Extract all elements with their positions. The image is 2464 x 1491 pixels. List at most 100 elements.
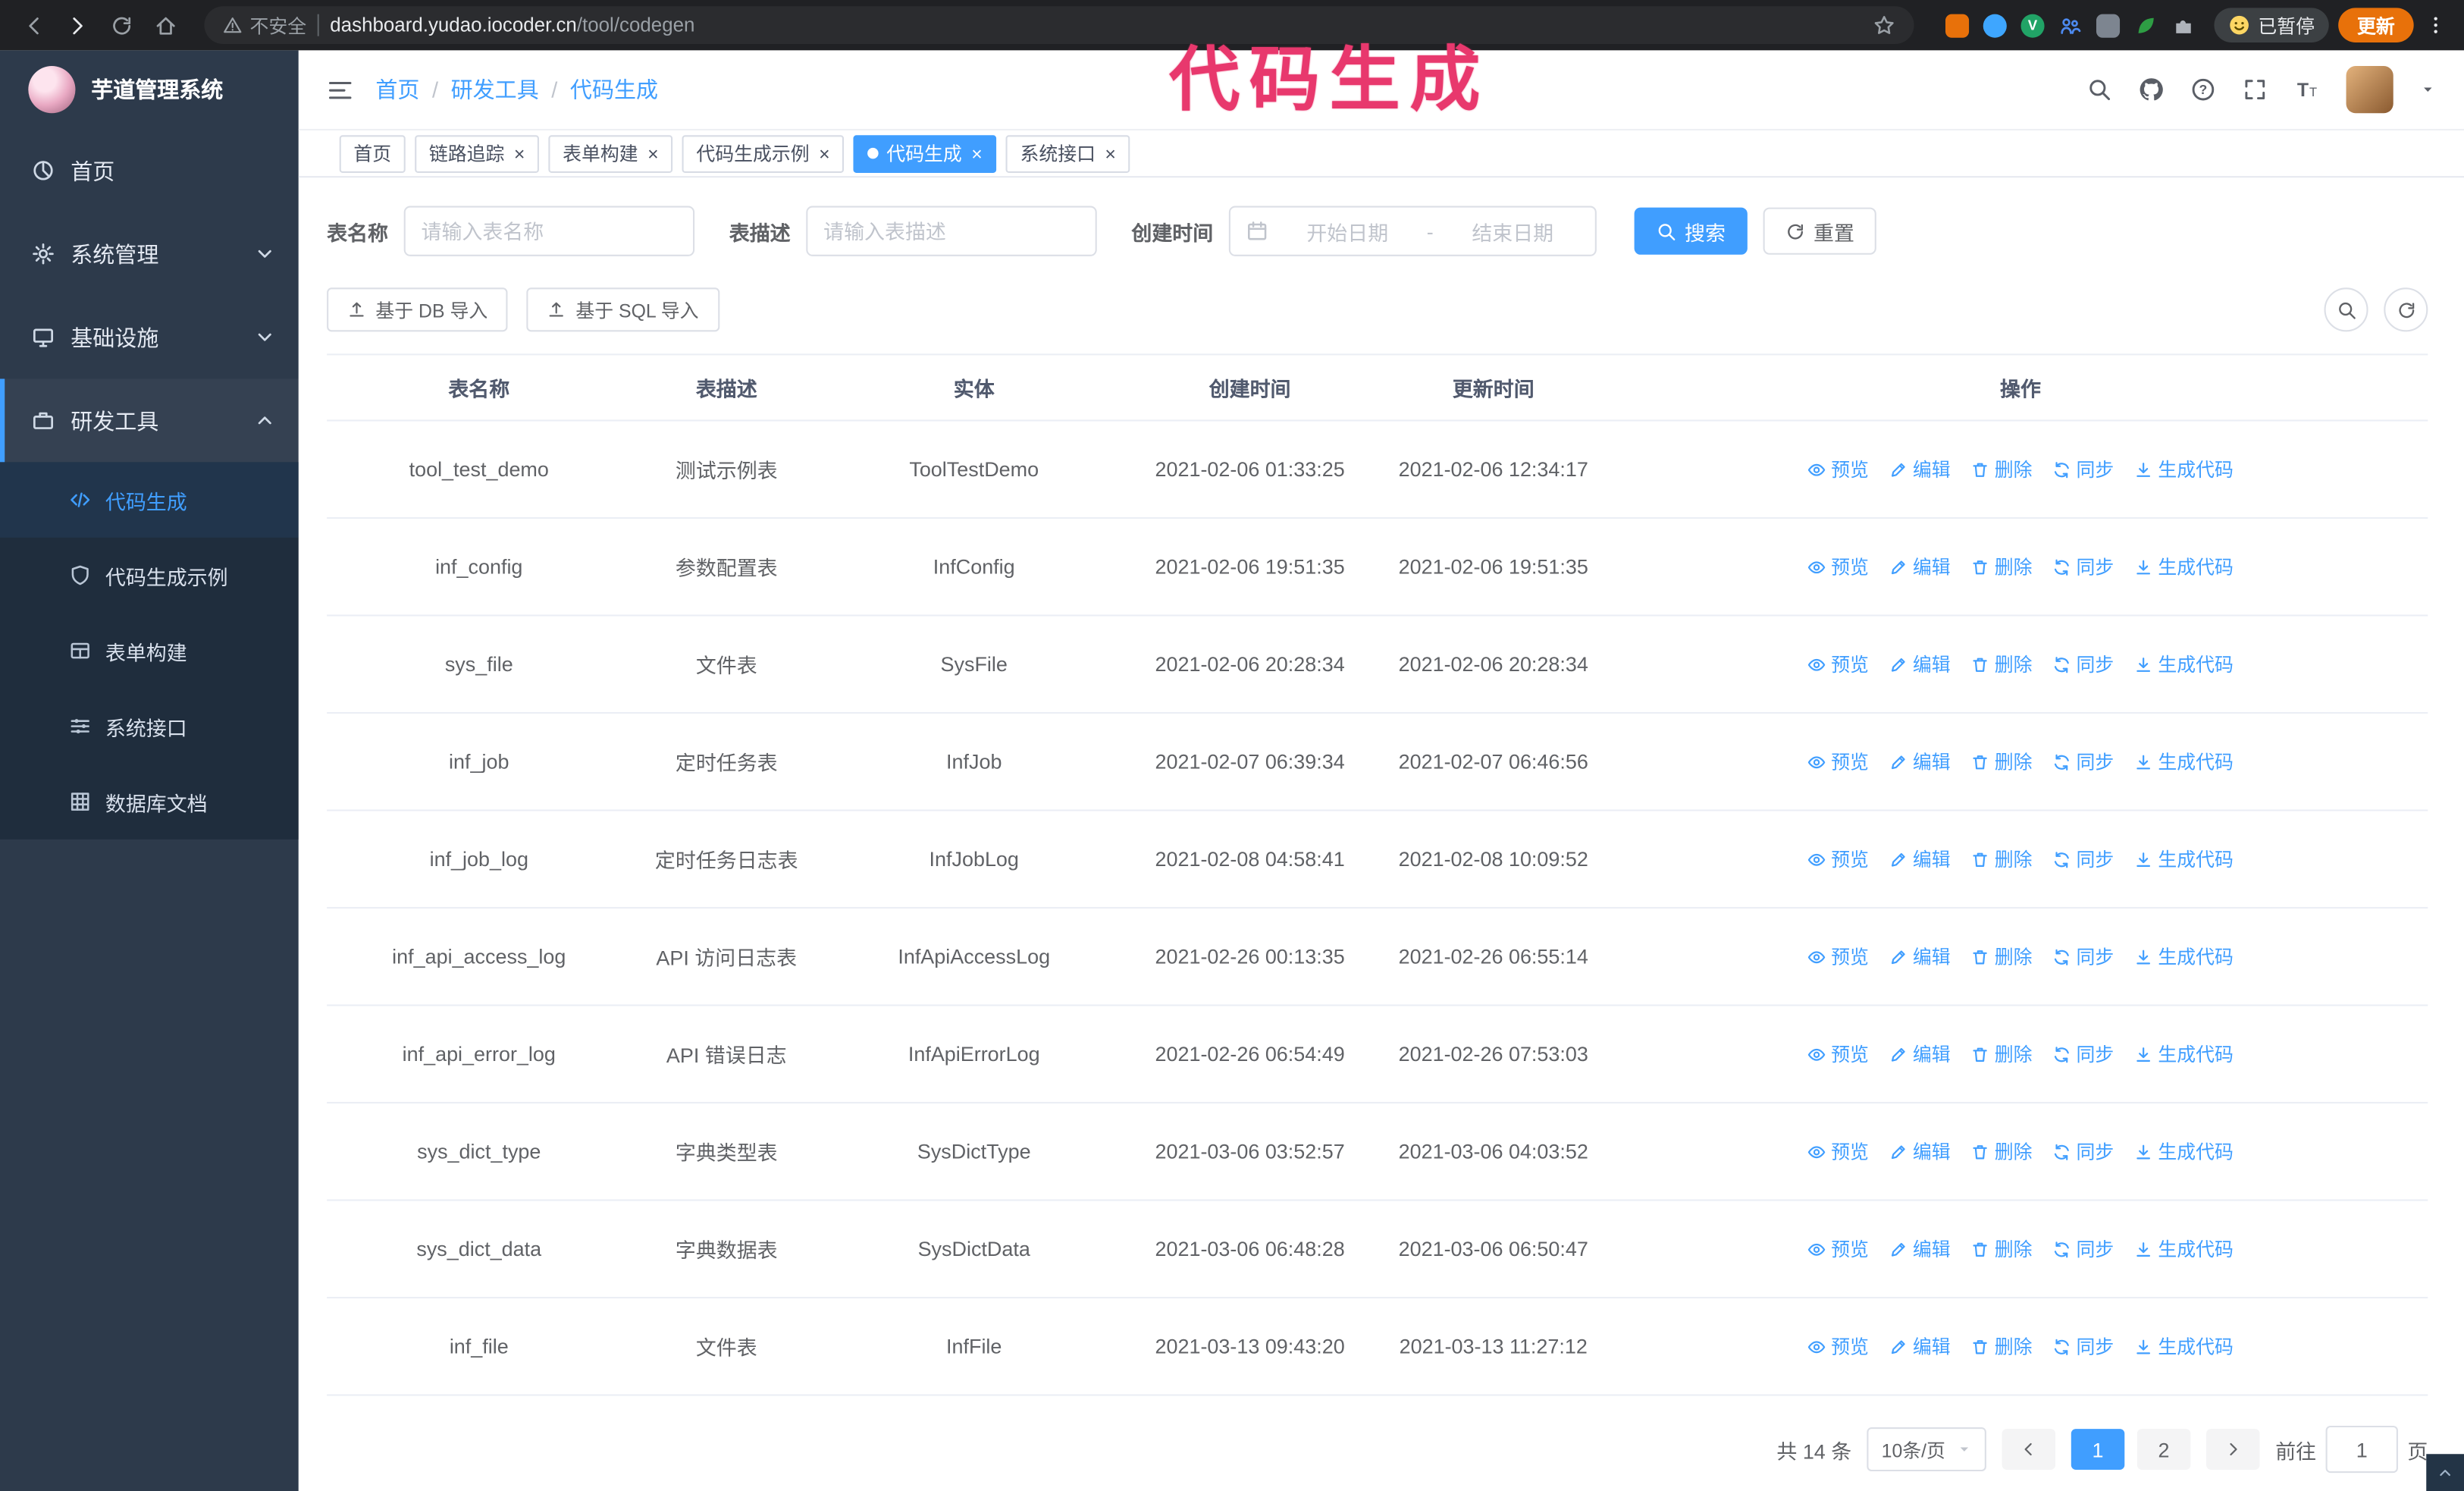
tab-home[interactable]: 首页 <box>339 134 406 172</box>
tab-close-icon[interactable]: × <box>819 144 830 163</box>
tab-close-icon[interactable]: × <box>514 144 525 163</box>
ext-leaf-icon[interactable] <box>2134 14 2158 37</box>
sync-action[interactable]: 同步 <box>2052 1138 2114 1165</box>
page-size-select[interactable]: 10条/页 <box>1867 1427 1986 1472</box>
address-bar[interactable]: 不安全 dashboard.yudao.iocoder.cn/tool/code… <box>204 6 1914 45</box>
tab-system-api[interactable]: 系统接口 × <box>1005 134 1130 172</box>
next-page-button[interactable] <box>2206 1429 2260 1470</box>
menu-dots-icon[interactable] <box>2423 14 2448 36</box>
sync-action[interactable]: 同步 <box>2052 943 2114 970</box>
goto-page-input[interactable] <box>2325 1425 2398 1474</box>
generate-code-action[interactable]: 生成代码 <box>2134 943 2234 970</box>
generate-code-action[interactable]: 生成代码 <box>2134 651 2234 677</box>
breadcrumb-item[interactable]: 首页 <box>375 74 419 105</box>
tab-close-icon[interactable]: × <box>1105 144 1116 163</box>
ext-puzzle-icon[interactable] <box>2171 14 2195 37</box>
edit-action[interactable]: 编辑 <box>1889 1041 1951 1067</box>
toggle-search-button[interactable] <box>2324 287 2368 332</box>
ext-water-drop-icon[interactable] <box>1983 13 2007 37</box>
breadcrumb-item[interactable]: 研发工具 <box>451 74 539 105</box>
sync-action[interactable]: 同步 <box>2052 1235 2114 1262</box>
sidebar-item-devtools[interactable]: 研发工具 <box>0 378 299 463</box>
import-sql-button[interactable]: 基于 SQL 导入 <box>527 287 719 332</box>
preview-action[interactable]: 预览 <box>1807 846 1869 872</box>
tab-form-builder[interactable]: 表单构建 × <box>548 134 673 172</box>
generate-code-action[interactable]: 生成代码 <box>2134 1041 2234 1067</box>
page-button-1[interactable]: 1 <box>2071 1429 2125 1470</box>
reload-icon[interactable] <box>104 8 139 42</box>
delete-action[interactable]: 删除 <box>1971 943 2033 970</box>
prev-page-button[interactable] <box>2002 1429 2056 1470</box>
generate-code-action[interactable]: 生成代码 <box>2134 846 2234 872</box>
sidebar-item-home[interactable]: 首页 <box>0 129 299 212</box>
sidebar-item-db-doc[interactable]: 数据库文档 <box>0 764 299 839</box>
sidebar-item-codegen-example[interactable]: 代码生成示例 <box>0 538 299 613</box>
tab-codegen-example[interactable]: 代码生成示例 × <box>682 134 845 172</box>
generate-code-action[interactable]: 生成代码 <box>2134 1138 2234 1165</box>
sync-action[interactable]: 同步 <box>2052 456 2114 482</box>
delete-action[interactable]: 删除 <box>1971 1138 2033 1165</box>
user-avatar[interactable] <box>2346 66 2393 114</box>
edit-action[interactable]: 编辑 <box>1889 749 1951 775</box>
edit-action[interactable]: 编辑 <box>1889 846 1951 872</box>
refresh-table-button[interactable] <box>2384 287 2428 332</box>
edit-action[interactable]: 编辑 <box>1889 1138 1951 1165</box>
preview-action[interactable]: 预览 <box>1807 943 1869 970</box>
ext-green-v-icon[interactable]: V <box>2020 13 2045 37</box>
fullscreen-icon[interactable] <box>2243 77 2268 102</box>
delete-action[interactable]: 删除 <box>1971 749 2033 775</box>
edit-action[interactable]: 编辑 <box>1889 1235 1951 1262</box>
generate-code-action[interactable]: 生成代码 <box>2134 554 2234 580</box>
preview-action[interactable]: 预览 <box>1807 1041 1869 1067</box>
preview-action[interactable]: 预览 <box>1807 456 1869 482</box>
preview-action[interactable]: 预览 <box>1807 1138 1869 1165</box>
generate-code-action[interactable]: 生成代码 <box>2134 1235 2234 1262</box>
delete-action[interactable]: 删除 <box>1971 554 2033 580</box>
back-icon[interactable] <box>16 8 51 42</box>
generate-code-action[interactable]: 生成代码 <box>2134 1333 2234 1360</box>
date-range-picker[interactable]: 开始日期 - 结束日期 <box>1228 206 1597 256</box>
chevron-down-icon[interactable] <box>2420 82 2436 98</box>
ext-gray-tool-icon[interactable] <box>2096 13 2121 37</box>
ext-orange-icon[interactable] <box>1945 13 1970 37</box>
delete-action[interactable]: 删除 <box>1971 1333 2033 1360</box>
delete-action[interactable]: 删除 <box>1971 1041 2033 1067</box>
search-icon[interactable] <box>2087 77 2112 102</box>
preview-action[interactable]: 预览 <box>1807 1333 1869 1360</box>
sidebar-item-infra[interactable]: 基础设施 <box>0 296 299 379</box>
help-icon[interactable]: ? <box>2190 77 2215 102</box>
edit-action[interactable]: 编辑 <box>1889 554 1951 580</box>
hamburger-icon[interactable] <box>327 77 353 103</box>
generate-code-action[interactable]: 生成代码 <box>2134 456 2234 482</box>
sidebar-item-system[interactable]: 系统管理 <box>0 212 299 296</box>
sidebar-item-system-api[interactable]: 系统接口 <box>0 689 299 764</box>
preview-action[interactable]: 预览 <box>1807 749 1869 775</box>
sync-action[interactable]: 同步 <box>2052 1041 2114 1067</box>
sidebar-item-codegen[interactable]: 代码生成 <box>0 462 299 538</box>
generate-code-action[interactable]: 生成代码 <box>2134 749 2234 775</box>
delete-action[interactable]: 删除 <box>1971 651 2033 677</box>
github-icon[interactable] <box>2139 77 2164 102</box>
preview-action[interactable]: 预览 <box>1807 651 1869 677</box>
preview-action[interactable]: 预览 <box>1807 1235 1869 1262</box>
update-button[interactable]: 更新 <box>2338 8 2414 42</box>
logo[interactable]: 芋道管理系统 <box>0 50 299 129</box>
sync-action[interactable]: 同步 <box>2052 1333 2114 1360</box>
sync-action[interactable]: 同步 <box>2052 651 2114 677</box>
sidebar-item-form-builder[interactable]: 表单构建 <box>0 613 299 688</box>
delete-action[interactable]: 删除 <box>1971 456 2033 482</box>
tab-close-icon[interactable]: × <box>971 144 983 163</box>
sync-action[interactable]: 同步 <box>2052 749 2114 775</box>
tab-codegen[interactable]: 代码生成 × <box>853 134 997 172</box>
delete-action[interactable]: 删除 <box>1971 846 2033 872</box>
reset-button[interactable]: 重置 <box>1763 207 1876 255</box>
edit-action[interactable]: 编辑 <box>1889 1333 1951 1360</box>
table-name-input[interactable] <box>403 206 695 256</box>
sync-action[interactable]: 同步 <box>2052 554 2114 580</box>
edit-action[interactable]: 编辑 <box>1889 456 1951 482</box>
forward-icon[interactable] <box>60 8 95 42</box>
tab-trace[interactable]: 链路追踪 × <box>415 134 540 172</box>
search-button[interactable]: 搜索 <box>1634 207 1748 255</box>
edit-action[interactable]: 编辑 <box>1889 651 1951 677</box>
preview-action[interactable]: 预览 <box>1807 554 1869 580</box>
